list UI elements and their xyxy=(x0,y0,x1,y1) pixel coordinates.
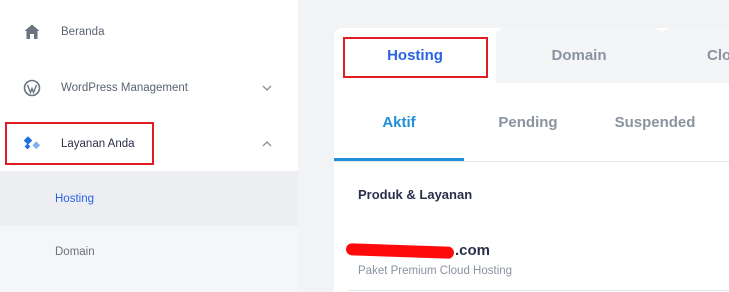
tab-domain[interactable]: Domain xyxy=(496,28,662,83)
tab-label: Domain xyxy=(551,47,607,64)
tabs-divider xyxy=(334,161,729,162)
tab-suspended[interactable]: Suspended xyxy=(592,83,718,161)
highlight-box xyxy=(343,37,488,78)
product-package: Paket Premium Cloud Hosting xyxy=(358,265,513,277)
chevron-down-icon[interactable] xyxy=(261,82,273,94)
sidebar-item-label: Beranda xyxy=(61,26,105,38)
tab-label: Aktif xyxy=(382,113,416,131)
highlight-box xyxy=(5,122,154,165)
tab-cloud[interactable]: Clo xyxy=(662,28,729,83)
home-icon xyxy=(22,22,42,42)
sidebar-item-label: WordPress Management xyxy=(61,82,188,94)
sidebar-subitem-hosting[interactable]: Hosting xyxy=(0,171,298,226)
tab-label: Pending xyxy=(498,113,558,131)
tab-aktif[interactable]: Aktif xyxy=(334,83,464,161)
tab-label: Clo xyxy=(707,47,729,64)
wordpress-icon xyxy=(22,78,42,98)
sidebar-item-wordpress-management[interactable]: WordPress Management xyxy=(0,60,298,116)
row-divider xyxy=(348,290,729,291)
main-content: Hosting Domain Clo Aktif Pending Suspend… xyxy=(298,0,729,292)
redaction-mark xyxy=(345,243,455,259)
tab-pending[interactable]: Pending xyxy=(464,83,592,161)
sidebar-subitem-label: Domain xyxy=(55,246,95,258)
sidebar-item-beranda[interactable]: Beranda xyxy=(0,4,298,60)
domain-suffix: .com xyxy=(455,242,491,259)
section-title: Produk & Layanan xyxy=(358,187,473,202)
tab-label: Suspended xyxy=(614,113,696,131)
chevron-up-icon[interactable] xyxy=(261,138,273,150)
sidebar-subitem-domain[interactable]: Domain xyxy=(0,226,298,292)
product-domain[interactable]: .com xyxy=(345,242,491,259)
sidebar-subitem-label: Hosting xyxy=(55,192,94,205)
